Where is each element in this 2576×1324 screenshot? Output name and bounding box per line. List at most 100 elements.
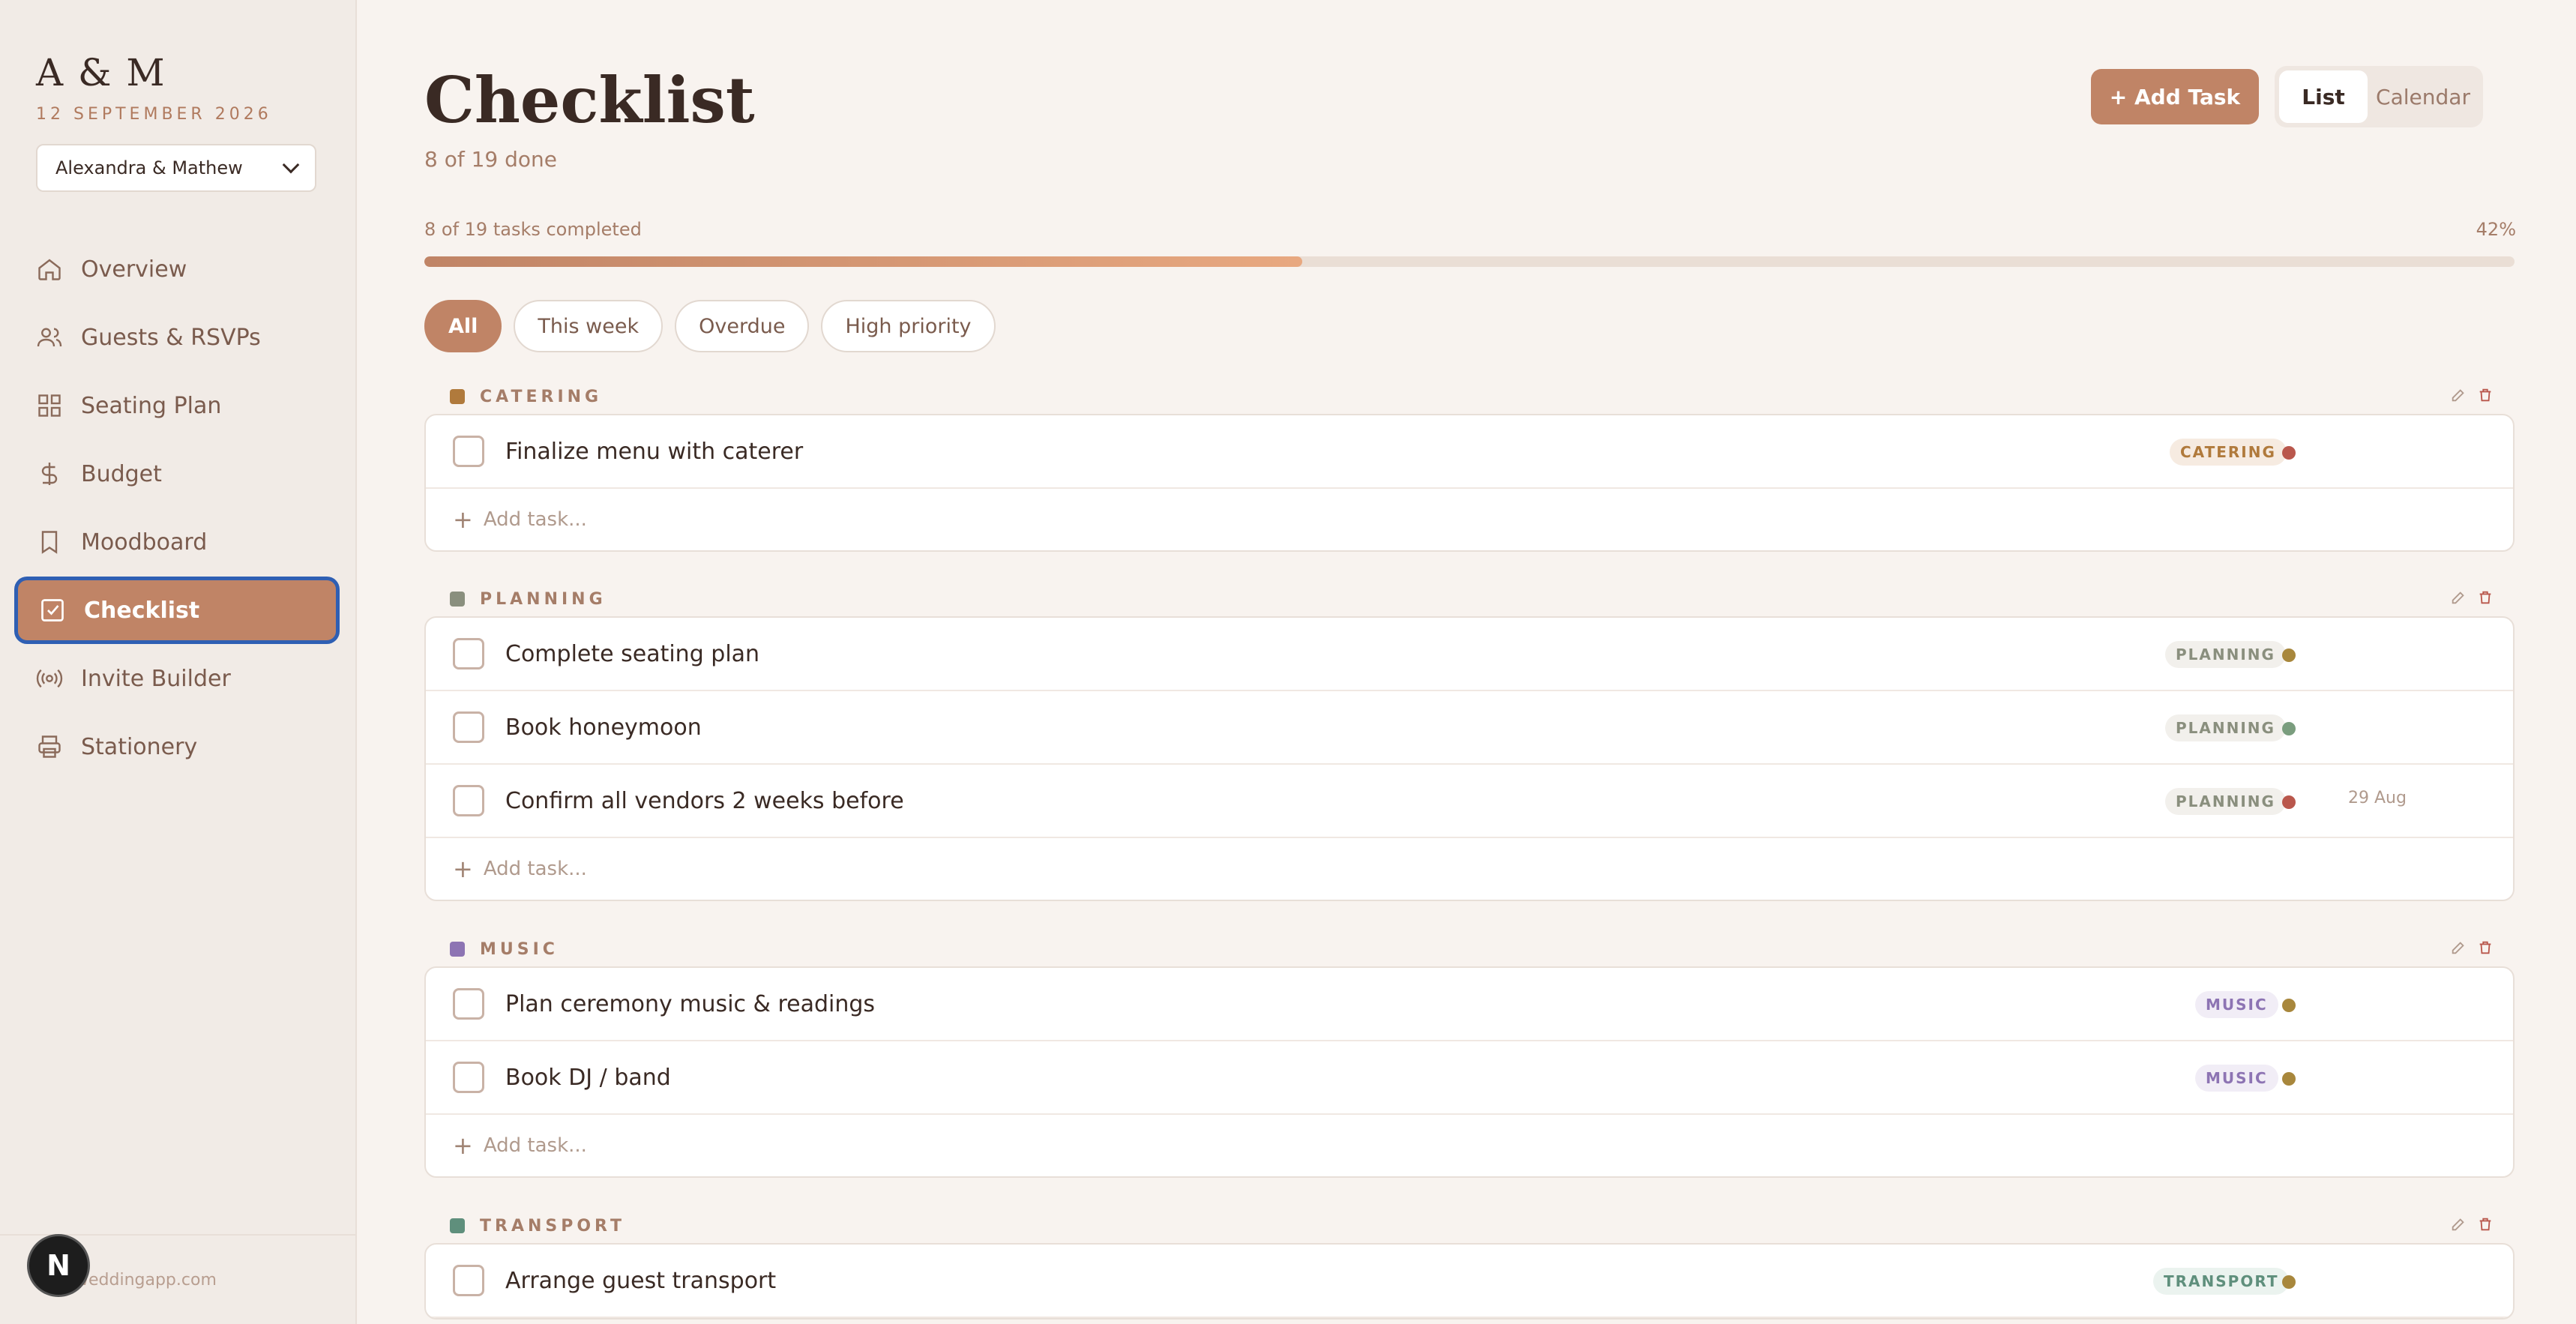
main-content: Checklist 8 of 19 done + Add Task List C… [357,0,2576,1324]
sidebar-item-checklist[interactable]: Checklist [15,577,339,643]
printer-icon [36,733,63,760]
task-checkbox[interactable] [453,785,484,816]
sidebar-nav: Overview Guests & RSVPs Seating Plan Bud… [15,236,339,782]
trash-icon[interactable] [2477,589,2494,609]
sidebar-item-moodboard[interactable]: Moodboard [15,509,339,575]
sidebar-item-label: Checklist [84,597,200,624]
task-checkbox[interactable] [453,711,484,743]
group-header: PLANNING [424,582,2515,616]
sidebar-item-label: Invite Builder [81,665,231,692]
view-list-button[interactable]: List [2279,70,2368,123]
add-task-placeholder: Add task... [483,1134,587,1157]
trash-icon[interactable] [2477,1216,2494,1236]
trash-icon[interactable] [2477,939,2494,959]
edit-icon[interactable] [2450,589,2467,609]
task-card: Plan ceremony music & readings MUSIC Boo… [424,966,2515,1178]
filter-chips: All This week Overdue High priority [424,300,996,352]
group-name: CATERING [480,387,603,406]
page-subtitle: 8 of 19 done [424,147,558,172]
edit-icon[interactable] [2450,939,2467,959]
grid-icon [36,392,63,419]
task-card: Complete seating plan PLANNING Book hone… [424,616,2515,901]
task-title[interactable]: Book honeymoon [505,714,702,741]
group-header: CATERING [424,379,2515,414]
sidebar-item-label: Moodboard [81,529,208,556]
task-tag: PLANNING [2165,788,2286,815]
filter-high-priority[interactable]: High priority [821,300,996,352]
task-group-music: MUSIC Plan ceremony music & readings MUS… [424,932,2515,1178]
wedding-date: 12 SEPTEMBER 2026 [36,105,272,124]
task-tag: PLANNING [2165,714,2286,741]
sidebar-item-overview[interactable]: Overview [15,236,339,302]
plus-icon: + [453,855,473,883]
users-icon [36,324,63,351]
task-group-transport: TRANSPORT Arrange guest transport TRANSP… [424,1209,2515,1320]
sidebar-item-budget[interactable]: Budget [15,441,339,507]
chevron-down-icon [282,156,300,174]
couple-select[interactable]: Alexandra & Mathew [36,144,316,192]
filter-all[interactable]: All [424,300,502,352]
view-calendar-button[interactable]: Calendar [2368,70,2479,123]
sidebar-item-invite-builder[interactable]: Invite Builder [15,646,339,711]
task-checkbox[interactable] [453,988,484,1020]
sidebar-item-stationery[interactable]: Stationery [15,714,339,780]
sidebar: A & M 12 SEPTEMBER 2026 Alexandra & Math… [0,0,357,1324]
task-card: Arrange guest transport TRANSPORT [424,1243,2515,1320]
task-title[interactable]: Plan ceremony music & readings [505,991,875,1017]
task-title[interactable]: Finalize menu with caterer [505,439,803,465]
task-group-planning: PLANNING Complete seating plan PLANNING … [424,582,2515,901]
add-task-row[interactable]: + Add task... [426,489,2513,550]
add-task-button[interactable]: + Add Task [2091,69,2259,124]
priority-dot [2282,722,2296,735]
filter-overdue[interactable]: Overdue [675,300,810,352]
group-name: MUSIC [480,939,559,959]
task-due-date: 29 Aug [2348,789,2407,807]
task-title[interactable]: Book DJ / band [505,1065,671,1091]
dollar-icon [36,460,63,487]
task-title[interactable]: Confirm all vendors 2 weeks before [505,788,904,814]
task-tag: MUSIC [2195,1065,2278,1092]
add-task-row[interactable]: + Add task... [426,1115,2513,1176]
priority-dot [2282,1072,2296,1086]
group-header: TRANSPORT [424,1209,2515,1243]
edit-icon[interactable] [2450,1216,2467,1236]
task-group-catering: CATERING Finalize menu with caterer CATE… [424,379,2515,552]
task-checkbox[interactable] [453,638,484,669]
priority-dot [2282,649,2296,662]
task-tag: MUSIC [2195,991,2278,1018]
priority-dot [2282,795,2296,809]
page-title: Checklist [424,63,755,137]
home-icon [36,256,63,283]
sidebar-item-label: Overview [81,256,187,283]
task-checkbox[interactable] [453,1265,484,1296]
sidebar-item-seating[interactable]: Seating Plan [15,373,339,439]
broadcast-icon [36,665,63,692]
priority-dot [2282,1275,2296,1289]
task-row: Confirm all vendors 2 weeks before PLANN… [426,765,2513,838]
add-task-placeholder: Add task... [483,858,587,880]
task-checkbox[interactable] [453,1062,484,1093]
app-badge[interactable]: N [27,1234,90,1297]
task-checkbox[interactable] [453,436,484,467]
task-title[interactable]: Arrange guest transport [505,1268,776,1294]
task-row: Book DJ / band MUSIC [426,1041,2513,1115]
sidebar-item-guests[interactable]: Guests & RSVPs [15,304,339,370]
task-tag: PLANNING [2165,641,2286,668]
progress-percent: 42% [2476,219,2516,240]
couple-select-value: Alexandra & Mathew [55,157,243,178]
filter-this-week[interactable]: This week [514,300,663,352]
group-swatch [450,389,465,404]
task-title[interactable]: Complete seating plan [505,641,759,667]
sidebar-item-label: Seating Plan [81,392,222,419]
bookmark-icon [36,529,63,556]
footer-domain[interactable]: weddingapp.com [75,1271,217,1290]
sidebar-item-label: Budget [81,460,162,487]
task-row: Arrange guest transport TRANSPORT [426,1245,2513,1318]
view-toggle: List Calendar [2275,66,2483,127]
plus-icon: + [453,505,473,534]
trash-icon[interactable] [2477,387,2494,406]
group-swatch [450,942,465,957]
edit-icon[interactable] [2450,387,2467,406]
priority-dot [2282,446,2296,460]
add-task-row[interactable]: + Add task... [426,838,2513,900]
